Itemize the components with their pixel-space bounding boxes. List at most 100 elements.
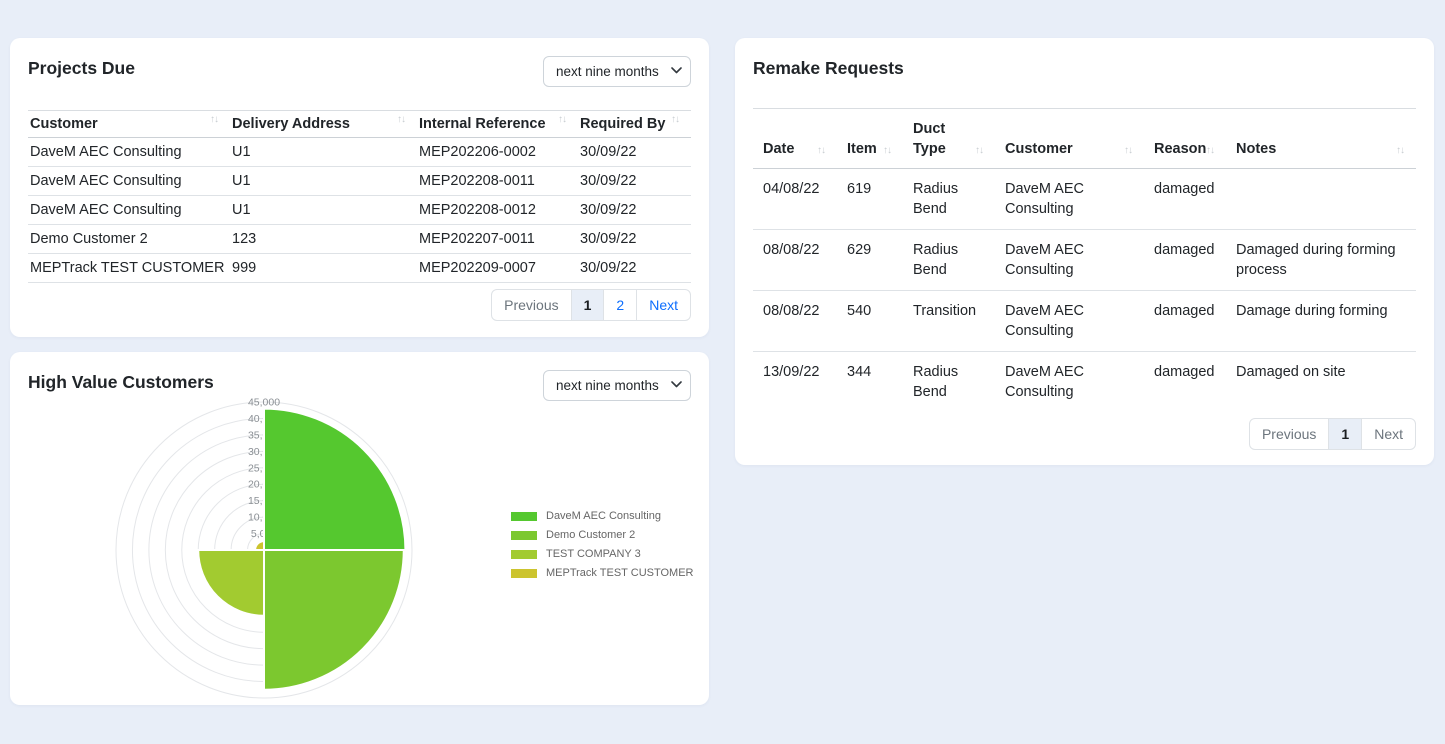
legend-label: MEPTrack TEST CUSTOMER (546, 568, 694, 579)
column-header-delivery-address[interactable]: Delivery Address↑↓ (230, 111, 417, 138)
legend-item-demo-customer-2[interactable]: Demo Customer 2 (511, 531, 694, 540)
table-row: 08/08/22540TransitionDaveM AEC Consultin… (753, 291, 1416, 352)
polar-segment-test-company-3[interactable] (198, 550, 264, 616)
table-header-row: Date↑↓Item↑↓Duct Type↑↓Customer↑↓Reason↑… (753, 109, 1416, 169)
polar-segment-meptrack-test-customer[interactable] (255, 541, 264, 550)
column-label: Date (763, 141, 794, 157)
page-1-button[interactable]: 1 (1328, 418, 1362, 450)
projects-due-table: Customer↑↓Delivery Address↑↓Internal Ref… (28, 110, 691, 283)
high-value-customers-panel: High Value Customers next nine months 5,… (10, 352, 709, 705)
sort-icon[interactable]: ↑↓ (397, 110, 405, 130)
table-cell: DaveM AEC Consulting (995, 230, 1144, 291)
column-header-reason[interactable]: Reason↑↓ (1144, 109, 1226, 169)
timeframe-select[interactable]: next nine months (543, 370, 691, 401)
chart-legend: DaveM AEC Consulting Demo Customer 2 TEST … (511, 512, 694, 588)
sort-icon[interactable]: ↑↓ (671, 110, 679, 130)
table-cell: Radius Bend (903, 230, 995, 291)
legend-item-test-company-3[interactable]: TEST COMPANY 3 (511, 550, 694, 559)
table-row: MEPTrack TEST CUSTOMER999MEP202209-00073… (28, 254, 691, 283)
table-cell: DaveM AEC Consulting (995, 291, 1144, 352)
table-cell: Demo Customer 2 (28, 225, 230, 254)
projects-due-panel: Projects Due next nine months Customer↑↓… (10, 38, 709, 337)
table-cell: 30/09/22 (578, 138, 691, 167)
table-cell: 30/09/22 (578, 225, 691, 254)
sort-icon[interactable]: ↑↓ (975, 141, 983, 161)
table-cell: MEPTrack TEST CUSTOMER (28, 254, 230, 283)
previous-button[interactable]: Previous (1249, 418, 1329, 450)
table-cell (1226, 169, 1416, 230)
sort-icon[interactable]: ↑↓ (558, 110, 566, 130)
sort-icon[interactable]: ↑↓ (1124, 141, 1132, 161)
table-row: DaveM AEC ConsultingU1MEP202208-001230/0… (28, 196, 691, 225)
table-cell: DaveM AEC Consulting (28, 167, 230, 196)
table-cell: MEP202207-0011 (417, 225, 578, 254)
legend-item-meptrack-test-customer[interactable]: MEPTrack TEST CUSTOMER (511, 569, 694, 578)
timeframe-select[interactable]: next nine months (543, 56, 691, 87)
column-label: Duct Type (913, 121, 946, 157)
table-cell: MEP202209-0007 (417, 254, 578, 283)
table-cell: 123 (230, 225, 417, 254)
table-row: 08/08/22629Radius BendDaveM AEC Consulti… (753, 230, 1416, 291)
polar-area-chart: 5,00010,00015,00020,00025,00030,00035,00… (10, 396, 480, 704)
remake-requests-pagination: Previous1Next (753, 418, 1416, 450)
polar-segment-demo-customer-2[interactable] (264, 550, 404, 690)
polar-segment-davem-aec-consulting[interactable] (264, 409, 405, 550)
table-cell: Transition (903, 291, 995, 352)
column-label: Reason (1154, 141, 1206, 157)
legend-label: DaveM AEC Consulting (546, 511, 661, 522)
table-row: DaveM AEC ConsultingU1MEP202208-001130/0… (28, 167, 691, 196)
projects-due-pagination: Previous12Next (28, 289, 691, 321)
table-cell: 08/08/22 (753, 230, 837, 291)
sort-icon[interactable]: ↑↓ (1206, 141, 1214, 161)
column-label: Customer (1005, 141, 1073, 157)
table-cell: 540 (837, 291, 903, 352)
table-cell: 04/08/22 (753, 169, 837, 230)
table-cell: DaveM AEC Consulting (28, 138, 230, 167)
sort-icon[interactable]: ↑↓ (817, 141, 825, 161)
table-cell: damaged (1144, 169, 1226, 230)
sort-icon[interactable]: ↑↓ (1396, 141, 1404, 161)
table-cell: MEP202208-0012 (417, 196, 578, 225)
column-header-notes[interactable]: Notes↑↓ (1226, 109, 1416, 169)
column-label: Internal Reference (419, 116, 546, 132)
high-value-customers-timeframe: next nine months (543, 370, 691, 401)
page-1-button[interactable]: 1 (571, 289, 605, 321)
legend-item-davem-aec-consulting[interactable]: DaveM AEC Consulting (511, 512, 694, 521)
sort-icon[interactable]: ↑↓ (883, 141, 891, 161)
table-cell: U1 (230, 196, 417, 225)
column-header-date[interactable]: Date ↑↓ (753, 109, 837, 169)
remake-requests-panel: Remake Requests Date↑↓Item↑↓Duct Type↑↓C… (735, 38, 1434, 465)
table-row: DaveM AEC ConsultingU1MEP202206-000230/0… (28, 138, 691, 167)
table-cell: damaged (1144, 291, 1226, 352)
table-cell: 999 (230, 254, 417, 283)
column-header-item[interactable]: Item ↑↓ (837, 109, 903, 169)
column-header-required-by[interactable]: Required By ↑↓ (578, 111, 691, 138)
column-header-duct-type[interactable]: Duct Type ↑↓ (903, 109, 995, 169)
legend-label: TEST COMPANY 3 (546, 549, 641, 560)
next-button[interactable]: Next (636, 289, 691, 321)
column-header-customer[interactable]: Customer ↑↓ (28, 111, 230, 138)
table-row: 13/09/22344Radius BendDaveM AEC Consulti… (753, 352, 1416, 413)
table-cell: MEP202208-0011 (417, 167, 578, 196)
next-button[interactable]: Next (1361, 418, 1416, 450)
column-label: Item (847, 141, 877, 157)
table-cell: U1 (230, 138, 417, 167)
table-row: 04/08/22619Radius BendDaveM AEC Consulti… (753, 169, 1416, 230)
radial-tick-label: 45,000 (248, 397, 280, 409)
column-label: Customer (30, 116, 98, 132)
previous-button[interactable]: Previous (491, 289, 571, 321)
sort-icon[interactable]: ↑↓ (210, 110, 218, 130)
table-cell: Damaged during forming process (1226, 230, 1416, 291)
legend-swatch (511, 512, 537, 521)
column-label: Required By (580, 116, 665, 132)
table-cell: DaveM AEC Consulting (28, 196, 230, 225)
table-cell: damaged (1144, 352, 1226, 413)
column-header-customer[interactable]: Customer ↑↓ (995, 109, 1144, 169)
table-cell: 13/09/22 (753, 352, 837, 413)
legend-label: Demo Customer 2 (546, 530, 635, 541)
table-cell: MEP202206-0002 (417, 138, 578, 167)
page-2-button[interactable]: 2 (603, 289, 637, 321)
table-cell: 30/09/22 (578, 167, 691, 196)
table-row: Demo Customer 2123MEP202207-001130/09/22 (28, 225, 691, 254)
column-header-internal-reference[interactable]: Internal Reference ↑↓ (417, 111, 578, 138)
